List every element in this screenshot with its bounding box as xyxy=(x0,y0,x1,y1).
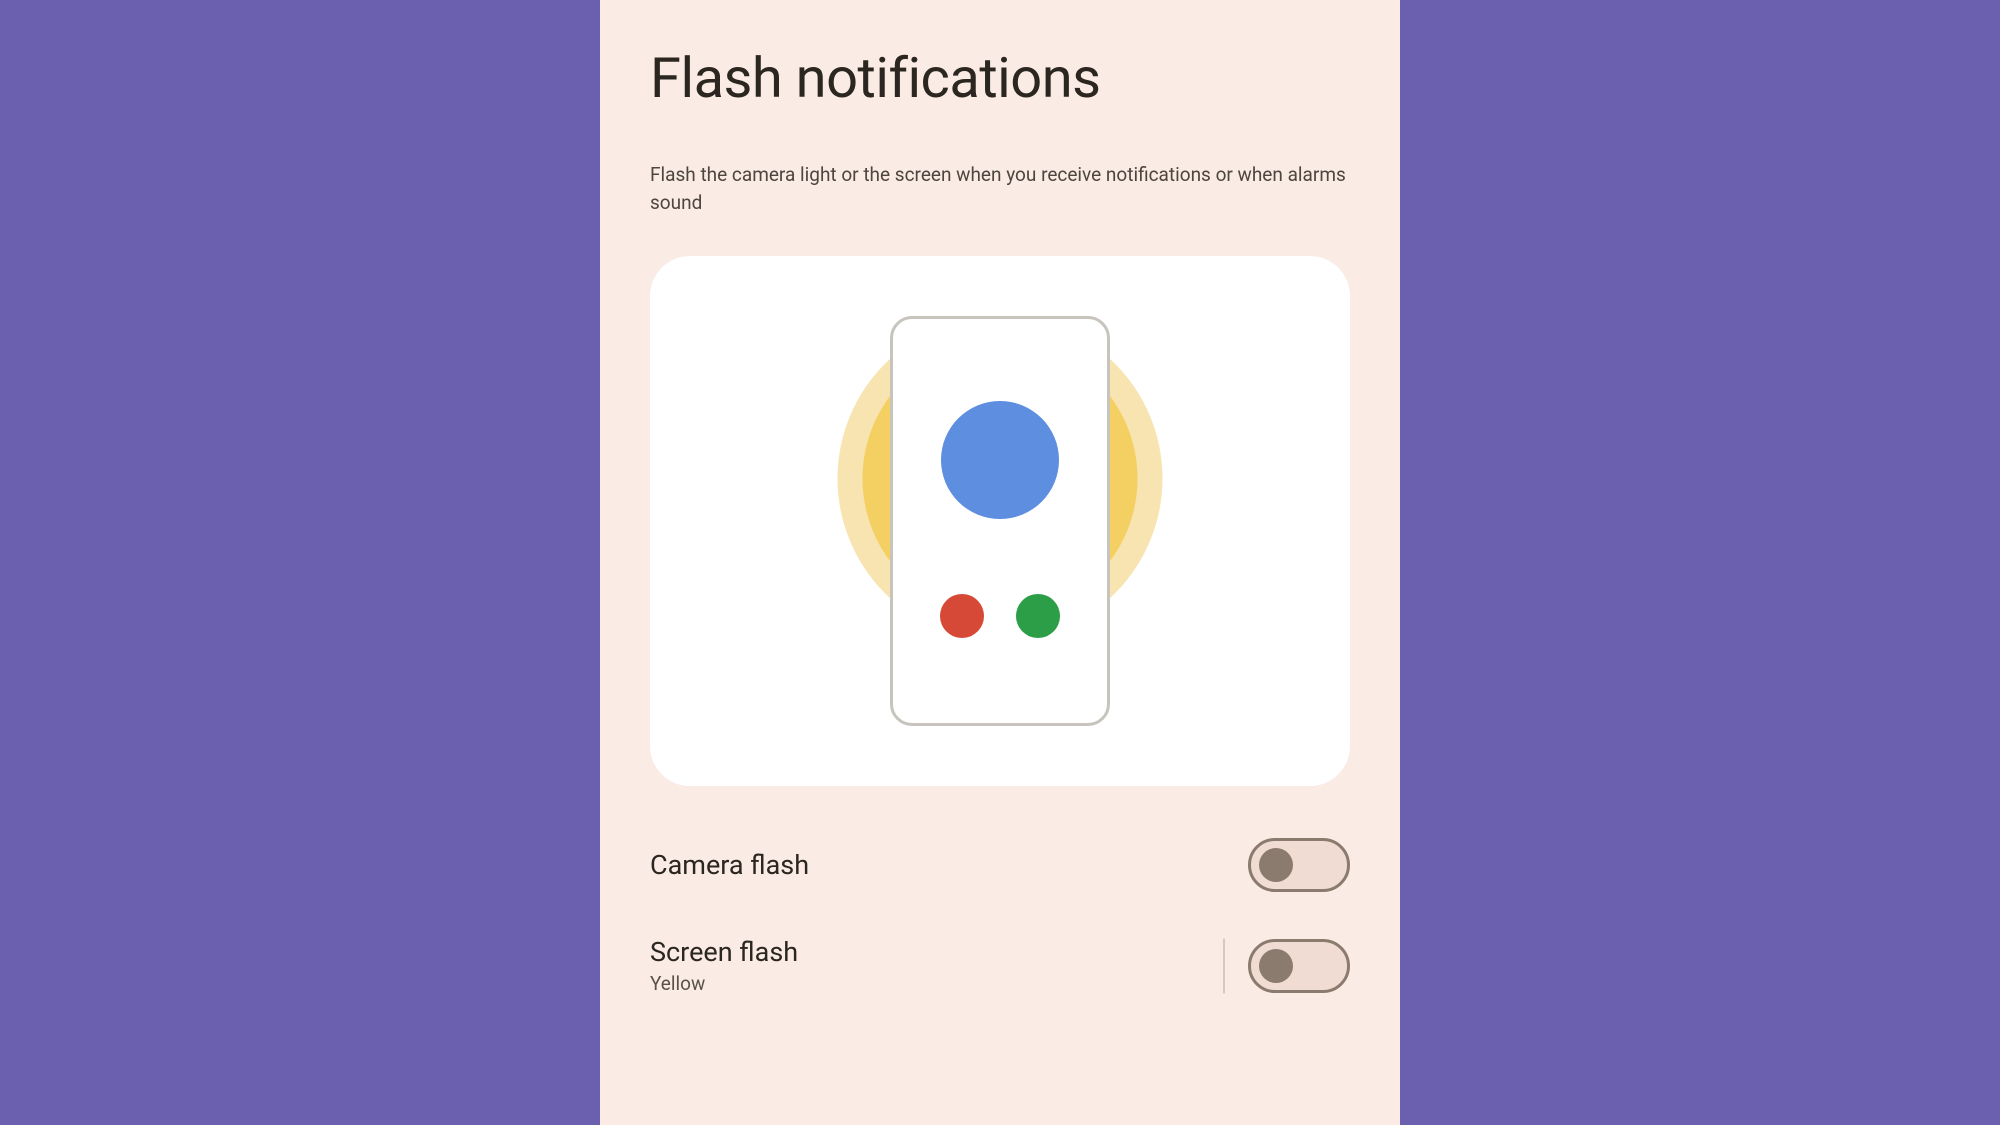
screen-flash-text: Screen flash Yellow xyxy=(650,936,798,995)
screen-flash-label: Screen flash xyxy=(650,936,798,968)
camera-flash-toggle[interactable] xyxy=(1248,838,1350,892)
toggle-knob xyxy=(1259,949,1293,983)
screen-flash-sublabel: Yellow xyxy=(650,972,798,995)
screen-flash-toggle[interactable] xyxy=(1248,939,1350,993)
toggle-knob xyxy=(1259,848,1293,882)
phone-blue-circle-icon xyxy=(941,401,1059,519)
phone-green-circle-icon xyxy=(1016,594,1060,638)
setting-divider xyxy=(1223,938,1225,993)
camera-flash-label: Camera flash xyxy=(650,849,809,881)
camera-flash-text: Camera flash xyxy=(650,849,809,881)
camera-flash-row: Camera flash xyxy=(650,816,1350,914)
phone-illustration-icon xyxy=(890,316,1110,726)
illustration-card xyxy=(650,256,1350,786)
page-description: Flash the camera light or the screen whe… xyxy=(650,161,1350,216)
phone-red-circle-icon xyxy=(940,594,984,638)
settings-panel: Flash notifications Flash the camera lig… xyxy=(600,0,1400,1125)
page-title: Flash notifications xyxy=(650,45,1350,111)
screen-flash-row[interactable]: Screen flash Yellow xyxy=(650,914,1350,1017)
illustration-container xyxy=(835,311,1165,731)
